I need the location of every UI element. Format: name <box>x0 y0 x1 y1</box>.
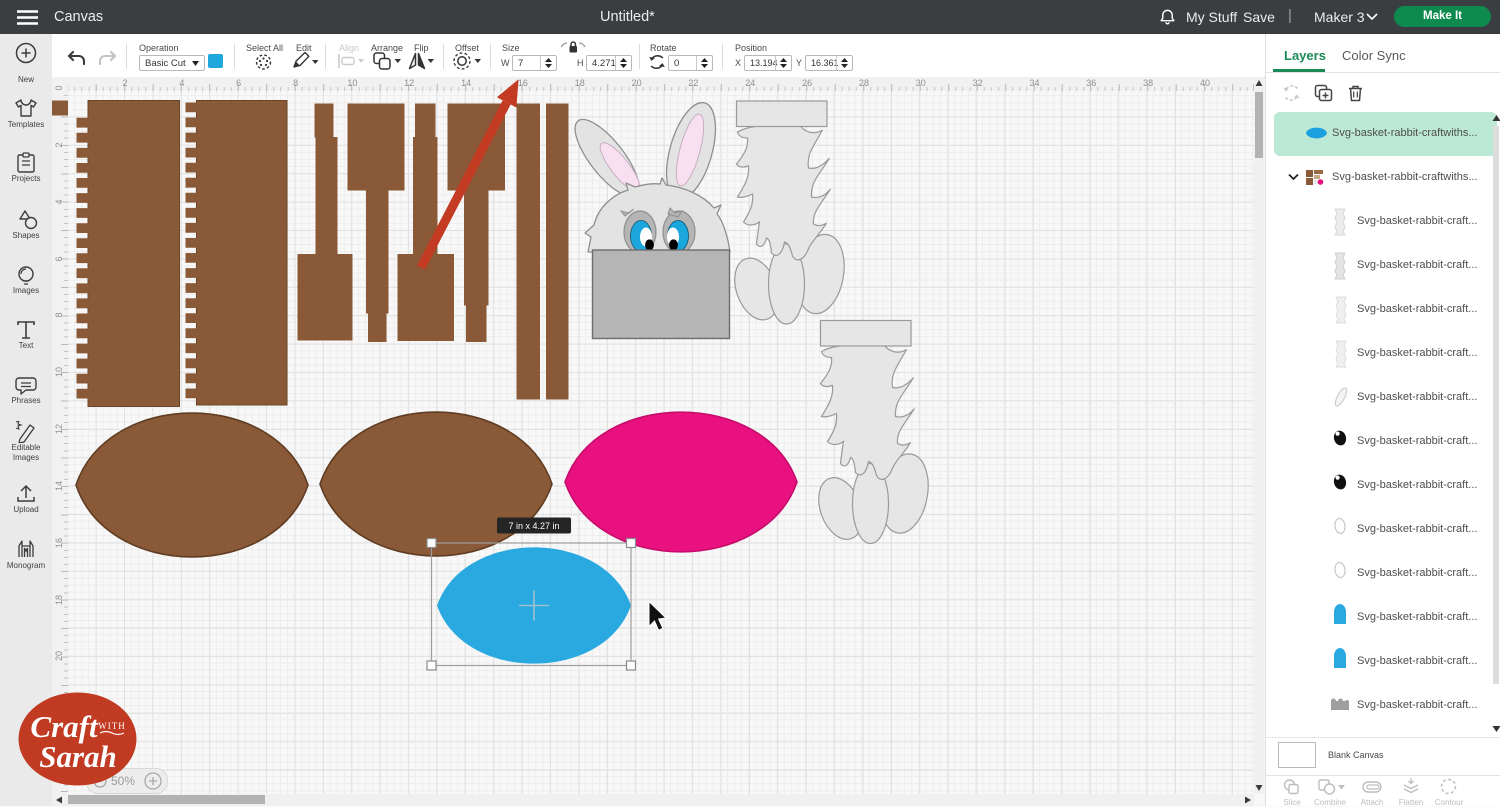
svg-text:WITH: WITH <box>98 721 126 731</box>
svg-text:Sarah: Sarah <box>39 739 117 774</box>
